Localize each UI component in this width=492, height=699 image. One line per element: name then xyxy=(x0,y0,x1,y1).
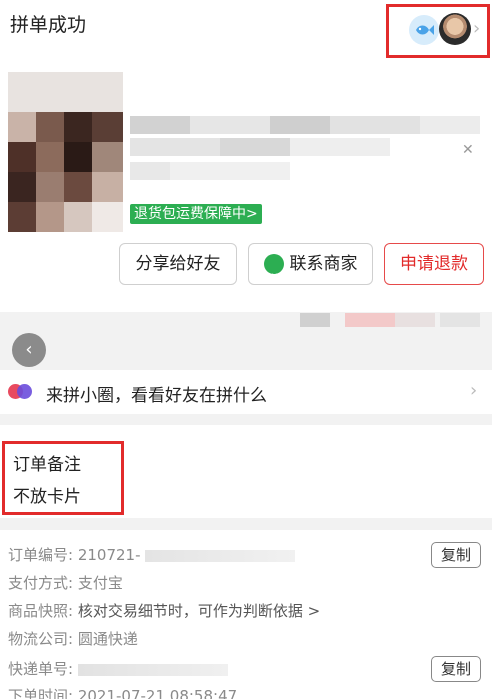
refund-button[interactable]: 申请退款 xyxy=(384,243,484,285)
redacted-info-row xyxy=(300,313,490,327)
redacted-tracking-number xyxy=(77,663,228,676)
order-number-value: 210721- xyxy=(77,546,141,564)
order-note-highlight: 订单备注 不放卡片 xyxy=(2,441,124,515)
order-note-value: 不放卡片 xyxy=(13,487,81,507)
payment-method-label: 支付方式: xyxy=(8,574,74,592)
order-info-card: 订单编号: 210721- 复制 支付方式: 支付宝 商品快照: 核对交易细节时… xyxy=(0,530,492,699)
order-time-label: 下单时间: xyxy=(8,687,74,699)
chat-icon xyxy=(263,254,284,296)
user-avatar xyxy=(439,13,471,45)
friend-circle-row[interactable]: 来拼小圈，看看好友在拼什么 › xyxy=(0,370,492,414)
tracking-number-row: 快递单号: xyxy=(8,658,228,679)
friend-circle-icon xyxy=(8,382,34,402)
order-time-value: 2021-07-21 08:58:47 xyxy=(77,687,238,699)
order-status-title: 拼单成功 xyxy=(10,14,87,36)
order-number-row: 订单编号: 210721- xyxy=(8,544,296,565)
payment-method-row: 支付方式: 支付宝 xyxy=(8,572,123,593)
share-button[interactable]: 分享给好友 xyxy=(119,243,237,285)
product-image[interactable] xyxy=(8,72,123,232)
chevron-right-icon: › xyxy=(470,380,478,401)
friend-circle-text: 来拼小圈，看看好友在拼什么 xyxy=(46,386,267,406)
copy-tracking-number-button[interactable]: 复制 xyxy=(431,656,481,682)
order-note-label: 订单备注 xyxy=(13,455,81,475)
snapshot-value[interactable]: 核对交易细节时，可作为判断依据 > xyxy=(78,602,320,620)
order-note-card: 订单备注 不放卡片 xyxy=(0,425,492,518)
logistics-company-label: 物流公司: xyxy=(8,630,74,648)
order-number-label: 订单编号: xyxy=(8,546,74,564)
contact-merchant-button[interactable]: 联系商家 xyxy=(248,243,373,296)
snapshot-label: 商品快照: xyxy=(8,602,74,620)
order-summary-card: 拼单成功 › ✕ 退货包运费保障中> 分享给好友 ••• 联系商家 申请退款 xyxy=(0,0,492,312)
tracking-number-label: 快递单号: xyxy=(8,660,74,678)
return-shipping-guarantee-tag[interactable]: 退货包运费保障中> xyxy=(130,204,262,224)
payment-method-value: 支付宝 xyxy=(77,574,123,592)
chevron-right-icon: › xyxy=(473,18,481,39)
contact-merchant-label: 联系商家 xyxy=(289,254,358,274)
product-title-redacted xyxy=(130,116,480,188)
logistics-company-value: 圆通快递 xyxy=(77,630,138,648)
group-avatars[interactable]: › xyxy=(386,4,490,58)
back-button[interactable]: ‹ xyxy=(12,333,46,367)
redacted-order-number xyxy=(145,549,296,562)
close-icon[interactable]: ✕ xyxy=(462,142,474,158)
order-time-row: 下单时间: 2021-07-21 08:58:47 xyxy=(8,685,237,699)
snapshot-row[interactable]: 商品快照: 核对交易细节时，可作为判断依据 > xyxy=(8,600,320,621)
copy-order-number-button[interactable]: 复制 xyxy=(431,542,481,568)
logistics-company-row: 物流公司: 圆通快递 xyxy=(8,628,138,649)
fish-avatar-icon xyxy=(409,15,439,45)
